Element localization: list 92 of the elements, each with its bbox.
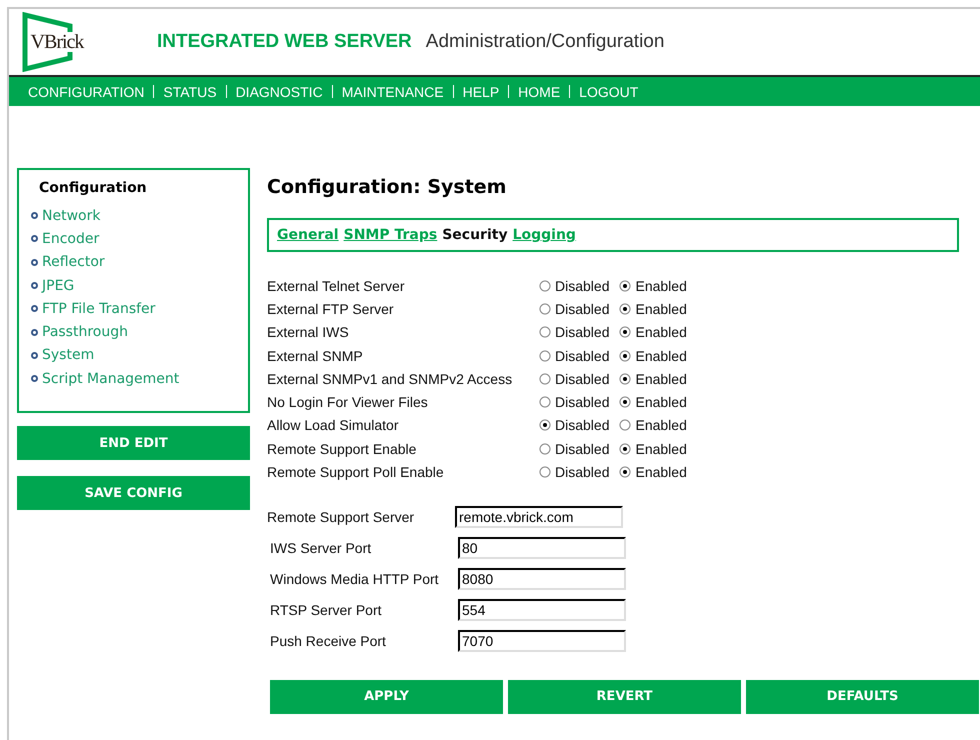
- page-subtitle: Administration/Configuration: [426, 31, 664, 53]
- radio-button[interactable]: [619, 396, 632, 408]
- bullet-icon: [31, 328, 38, 336]
- sidebar-link[interactable]: FTP File Transfer: [31, 297, 248, 320]
- tab[interactable]: Security: [442, 227, 508, 243]
- tab[interactable]: General: [277, 227, 339, 243]
- option-label: Enabled: [635, 440, 687, 457]
- option-label: Disabled: [555, 278, 610, 294]
- option-label: Disabled: [555, 394, 610, 410]
- logo-text: VBrick: [30, 30, 84, 54]
- option-label: Enabled: [635, 278, 687, 294]
- option-label: Disabled: [555, 324, 610, 340]
- bullet-icon: [31, 305, 38, 312]
- page-title: Configuration: System: [267, 176, 508, 198]
- action-button[interactable]: DEFAULTS: [746, 680, 979, 714]
- nav-link[interactable]: LOGOUT: [570, 84, 648, 100]
- sidebar-title: Configuration: [39, 180, 148, 196]
- nav-link[interactable]: HELP: [454, 84, 508, 100]
- radio-button[interactable]: [619, 280, 632, 292]
- input-field[interactable]: remote.vbrick.com: [455, 506, 623, 528]
- radio-button[interactable]: [619, 302, 632, 315]
- field-label: Windows Media HTTP Port: [269, 570, 440, 587]
- action-button[interactable]: REVERT: [508, 680, 741, 714]
- bullet-icon: [31, 212, 38, 220]
- input-field[interactable]: 7070: [458, 630, 626, 652]
- option-label: Enabled: [635, 394, 687, 410]
- setting-label: External Telnet Server: [267, 278, 406, 294]
- bullet-icon: [31, 352, 38, 359]
- setting-label: No Login For Viewer Files: [267, 394, 429, 410]
- bullet-icon: [31, 282, 38, 290]
- radio-button[interactable]: [539, 442, 551, 455]
- field-label: Push Receive Port: [269, 632, 387, 649]
- nav-link[interactable]: CONFIGURATION: [19, 84, 154, 100]
- radio-button[interactable]: [539, 396, 551, 408]
- product-name: INTEGRATED WEB SERVER: [157, 31, 412, 53]
- option-label: Enabled: [635, 370, 687, 387]
- radio-button[interactable]: [619, 419, 632, 432]
- action-button[interactable]: APPLY: [270, 680, 503, 714]
- setting-label: Allow Load Simulator: [267, 417, 400, 434]
- radio-button[interactable]: [539, 280, 551, 292]
- setting-label: External SNMP: [267, 348, 364, 364]
- radio-button[interactable]: [619, 442, 632, 455]
- nav-link[interactable]: DIAGNOSTIC: [226, 84, 332, 100]
- radio-button[interactable]: [539, 326, 551, 338]
- bullet-icon: [31, 235, 38, 242]
- setting-label: External IWS: [267, 324, 350, 340]
- field-label: Remote Support Server: [267, 508, 416, 525]
- radio-button[interactable]: [539, 372, 551, 385]
- nav-link[interactable]: STATUS: [154, 84, 226, 100]
- option-label: Disabled: [555, 370, 610, 387]
- sidebar-link[interactable]: Network: [31, 204, 248, 228]
- option-label: Enabled: [635, 464, 687, 480]
- radio-button[interactable]: [539, 466, 551, 478]
- sidebar-link[interactable]: Script Management: [31, 367, 248, 390]
- radio-button[interactable]: [539, 419, 551, 432]
- option-label: Enabled: [635, 417, 687, 434]
- sidebar-link[interactable]: Encoder: [31, 227, 248, 251]
- field-label: IWS Server Port: [269, 540, 372, 556]
- sidebar-link[interactable]: System: [31, 344, 248, 368]
- field-label: RTSP Server Port: [269, 602, 383, 618]
- bullet-icon: [31, 375, 38, 382]
- input-field[interactable]: 80: [458, 536, 626, 559]
- nav-link[interactable]: MAINTENANCE: [332, 84, 453, 100]
- option-label: Disabled: [555, 348, 610, 364]
- input-field[interactable]: 554: [458, 598, 626, 621]
- option-label: Disabled: [555, 300, 610, 317]
- option-label: Enabled: [635, 348, 687, 364]
- sidebar-button[interactable]: SAVE CONFIG: [17, 476, 250, 510]
- setting-label: External SNMPv1 and SNMPv2 Access: [267, 370, 514, 387]
- option-label: Disabled: [555, 440, 610, 457]
- sidebar-button[interactable]: END EDIT: [17, 426, 250, 460]
- tab[interactable]: Logging: [512, 227, 576, 243]
- option-label: Disabled: [555, 464, 610, 480]
- radio-button[interactable]: [619, 466, 632, 478]
- option-label: Disabled: [555, 417, 610, 434]
- setting-label: External FTP Server: [267, 300, 395, 317]
- setting-label: Remote Support Enable: [267, 440, 418, 457]
- sidebar-link[interactable]: Reflector: [31, 250, 248, 274]
- tab[interactable]: SNMP Traps: [344, 227, 438, 243]
- sidebar-link[interactable]: JPEG: [31, 274, 248, 298]
- radio-button[interactable]: [619, 372, 632, 385]
- option-label: Enabled: [635, 300, 687, 317]
- radio-button[interactable]: [619, 326, 632, 338]
- radio-button[interactable]: [539, 350, 551, 362]
- bullet-icon: [31, 258, 38, 266]
- option-label: Enabled: [635, 324, 687, 340]
- sidebar-link[interactable]: Passthrough: [31, 320, 248, 344]
- radio-button[interactable]: [539, 302, 551, 315]
- nav-link[interactable]: HOME: [509, 84, 570, 100]
- radio-button[interactable]: [619, 350, 632, 362]
- input-field[interactable]: 8080: [458, 568, 626, 590]
- setting-label: Remote Support Poll Enable: [267, 464, 445, 480]
